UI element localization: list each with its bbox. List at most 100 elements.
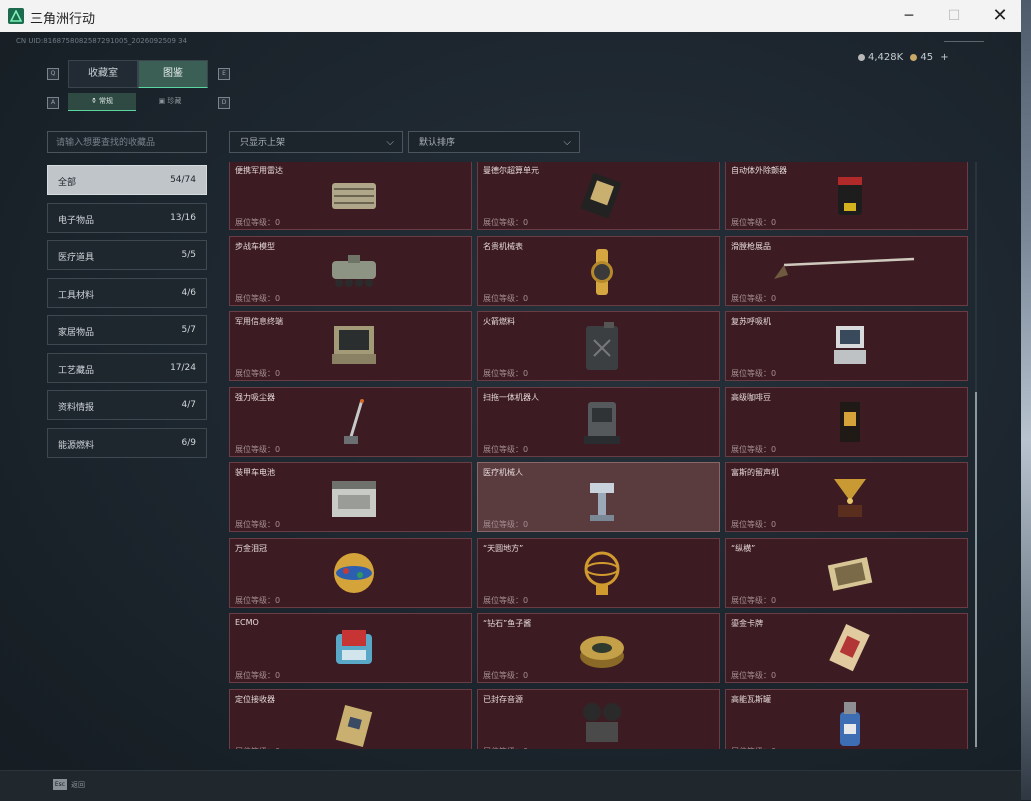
category-name: 电子物品 xyxy=(58,215,95,226)
collection-item-card[interactable]: ECMO 展位等级：0 xyxy=(229,613,472,683)
item-level: 展位等级：0 xyxy=(235,369,281,378)
add-currency-button[interactable]: + xyxy=(940,52,948,63)
window-title: 三角洲行动 xyxy=(30,12,96,27)
collection-item-card[interactable]: 名贵机械表 展位等级：0 xyxy=(477,235,720,306)
collection-item-card[interactable]: 定位接收器展位等级：0 xyxy=(229,688,472,750)
radar-icon xyxy=(328,169,380,223)
subtab-regular[interactable]: ⚱ 常规 xyxy=(68,93,136,111)
item-level: 展位等级：0 xyxy=(731,671,777,680)
item-name: 曼德尔超算单元 xyxy=(483,166,539,175)
esc-key-button[interactable]: Esc xyxy=(53,779,67,790)
sub-tabs: ⚱ 常规 ▣ 珍藏 xyxy=(68,93,204,111)
collection-item-card[interactable]: 高级咖啡豆 展位等级：0 xyxy=(725,386,968,457)
item-name: 强力吸尘器 xyxy=(235,392,275,402)
collection-item-card[interactable]: 步战车模型 展位等级：0 xyxy=(229,235,472,306)
collection-item-card[interactable]: 曼德尔超算单元 展位等级：0 xyxy=(477,162,720,230)
collection-item-card[interactable]: “钻石”鱼子酱 展位等级：0 xyxy=(477,613,720,683)
collection-item-card[interactable]: “天圆地方” 展位等级：0 xyxy=(477,537,720,608)
item-name: 医疗机械人 xyxy=(483,468,523,477)
receiver-icon xyxy=(328,698,380,750)
item-name: 已封存音源 xyxy=(483,694,523,704)
category-item[interactable]: 能源燃料 6/9 xyxy=(47,427,207,458)
item-grid: 便携军用雷达 展位等级：0 曼德尔超算单元 展位等级：0 自动体外除颤器 展位等级：0 步战… xyxy=(229,162,971,749)
category-item[interactable]: 资料情报 4/7 xyxy=(47,390,207,420)
coffee-bag-icon xyxy=(824,396,876,450)
search-input[interactable]: 请输入想要查找的收藏品 xyxy=(47,131,207,153)
item-level: 展位等级：0 xyxy=(731,218,777,227)
item-name: 定位接收器 xyxy=(235,694,275,704)
item-level: 展位等级：0 xyxy=(235,671,281,680)
show-filter-dropdown[interactable]: 只显示上架 ⌵ xyxy=(229,131,403,153)
key-hint-e: E xyxy=(218,68,230,80)
minimize-button[interactable]: ─ xyxy=(889,4,929,28)
collection-item-card[interactable]: 火箭燃料 展位等级：0 xyxy=(477,311,720,381)
maximize-button[interactable]: ☐ xyxy=(934,4,974,28)
collection-item-card[interactable]: 便携军用雷达 展位等级：0 xyxy=(229,162,472,230)
item-name: 复苏呼吸机 xyxy=(731,317,771,326)
category-count: 5/7 xyxy=(181,325,196,335)
category-count: 4/6 xyxy=(181,287,196,298)
item-level: 展位等级：0 xyxy=(483,444,529,454)
terminal-icon xyxy=(328,320,380,374)
top-divider xyxy=(944,41,984,42)
collection-item-card[interactable]: 万金泪冠 展位等级：0 xyxy=(229,537,472,608)
collection-item-card[interactable]: “纵横” 展位等级：0 xyxy=(725,537,968,608)
chip-icon xyxy=(576,169,628,223)
scrollbar-thumb[interactable] xyxy=(975,392,977,747)
gold-card-icon xyxy=(824,622,876,676)
item-level: 展位等级：0 xyxy=(483,218,529,227)
chevron-down-icon: ⌵ xyxy=(563,137,571,148)
item-name: ECMO xyxy=(235,618,259,627)
collection-item-card[interactable]: 医疗机械人 展位等级：0 xyxy=(477,462,720,532)
item-level: 展位等级：0 xyxy=(731,444,777,454)
projector-icon xyxy=(576,698,628,750)
category-count: 4/7 xyxy=(181,400,196,410)
collection-item-card[interactable]: 复苏呼吸机 展位等级：0 xyxy=(725,311,968,381)
collection-item-card[interactable]: 滑膛枪展品 展位等级：0 xyxy=(725,235,968,306)
gold-coin-icon xyxy=(910,53,918,61)
main-tabs: 收藏室 图鉴 xyxy=(68,60,208,88)
collection-item-card[interactable]: 军用信息终端 展位等级：0 xyxy=(229,311,472,381)
subtab-rare[interactable]: ▣ 珍藏 xyxy=(136,93,204,110)
collection-item-card[interactable]: 扫拖一体机器人 展位等级：0 xyxy=(477,386,720,457)
sort-dropdown[interactable]: 默认排序 ⌵ xyxy=(408,131,580,153)
item-name: “钻石”鱼子酱 xyxy=(483,619,532,628)
item-level: 展位等级：0 xyxy=(731,595,777,605)
bottom-bar: Esc 返回 xyxy=(0,770,1021,801)
collection-item-card[interactable]: 富斯的留声机 展位等级：0 xyxy=(725,462,968,532)
category-name: 工具材料 xyxy=(58,290,95,301)
category-item[interactable]: 工艺藏品 17/24 xyxy=(47,352,207,383)
item-level: 展位等级：0 xyxy=(483,595,529,605)
chess-box-icon xyxy=(824,547,876,601)
category-item[interactable]: 电子物品 13/16 xyxy=(47,202,207,233)
caviar-tin-icon xyxy=(576,622,628,676)
collection-item-card[interactable]: 高能瓦斯罐展位等级：0 xyxy=(725,688,968,749)
collection-item-card[interactable]: 装甲车电池 展位等级：0 xyxy=(229,462,472,532)
close-button[interactable]: ✕ xyxy=(980,4,1020,28)
item-level: 展位等级：0 xyxy=(483,746,528,750)
item-name: 高能瓦斯罐 xyxy=(731,694,771,704)
category-item[interactable]: 全部 54/74 xyxy=(47,165,207,195)
silver-coin-icon xyxy=(858,53,865,61)
category-item[interactable]: 家居物品 5/7 xyxy=(47,315,207,345)
item-name: 火箭燃料 xyxy=(483,317,515,326)
collection-item-card[interactable]: 鎏金卡牌展位等级：0 xyxy=(725,613,968,683)
item-name: “纵横” xyxy=(731,543,756,553)
gold-currency: 45 xyxy=(910,52,933,63)
collection-item-card[interactable]: 已封存音源展位等级：0 xyxy=(477,688,720,750)
item-name: 步战车模型 xyxy=(235,241,275,251)
ifv-model-icon xyxy=(328,245,380,299)
collection-item-card[interactable]: 强力吸尘器 展位等级：0 xyxy=(229,386,472,457)
item-level: 展位等级：0 xyxy=(731,520,777,529)
tab-catalog[interactable]: 图鉴 xyxy=(138,60,208,88)
category-item[interactable]: 工具材料 4/6 xyxy=(47,277,207,308)
category-count: 5/5 xyxy=(181,250,196,260)
category-item[interactable]: 医疗道具 5/5 xyxy=(47,240,207,270)
collection-item-card[interactable]: 自动体外除颤器 展位等级：0 xyxy=(725,162,968,230)
back-label[interactable]: 返回 xyxy=(71,780,85,790)
tab-collection-room[interactable]: 收藏室 xyxy=(68,60,138,88)
category-name: 家居物品 xyxy=(58,328,95,338)
item-name: 鎏金卡牌 xyxy=(731,619,763,628)
armillary-icon xyxy=(576,547,628,601)
item-name: 名贵机械表 xyxy=(483,241,523,251)
